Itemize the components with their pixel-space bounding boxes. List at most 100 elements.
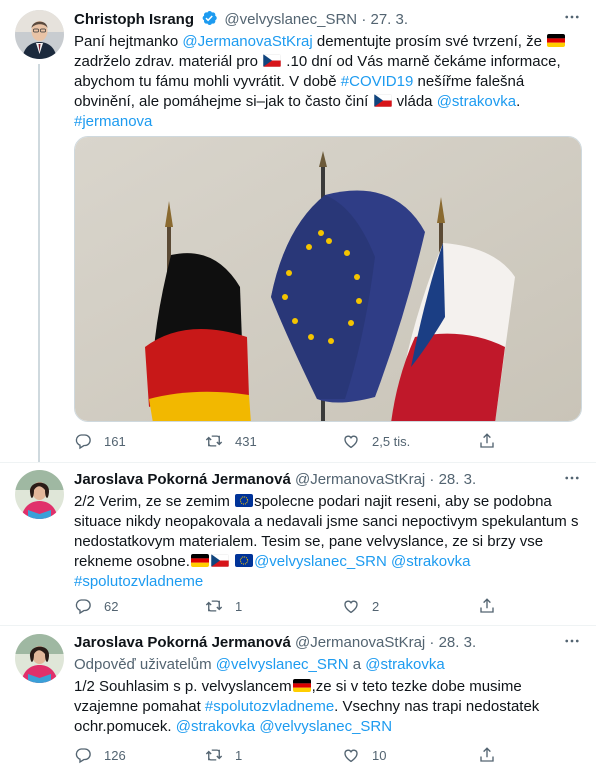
mention-strakovka[interactable]: @strakovka (391, 553, 470, 570)
flag-germany-icon (191, 554, 209, 567)
retweet-icon (205, 432, 223, 450)
tweet-3[interactable]: Jaroslava Pokorná Jermanová @JermanovaSt… (0, 626, 596, 775)
text-segment: Paní hejtmanko (74, 33, 183, 50)
like-button[interactable]: 10 (342, 745, 386, 765)
author-name[interactable]: Christoph Israng (74, 11, 194, 28)
tweet-date[interactable]: 28. 3. (439, 471, 477, 488)
flag-czech-icon (374, 94, 392, 107)
tweet-3-header: Jaroslava Pokorná Jermanová @JermanovaSt… (74, 633, 582, 653)
tweet-2-actions: 62 1 2 (74, 596, 504, 616)
tweet-1[interactable]: Christoph Israng @velvyslanec_SRN · 27. … (0, 0, 596, 462)
avatar-jermanova[interactable] (15, 470, 64, 519)
retweet-icon (205, 597, 223, 615)
tweet-2[interactable]: Jaroslava Pokorná Jermanová @JermanovaSt… (0, 463, 596, 625)
mention-strakovka[interactable]: @strakovka (176, 718, 255, 735)
flags-photo-image (75, 137, 581, 421)
reply-button[interactable]: 161 (74, 431, 126, 451)
flag-czech-icon (211, 554, 229, 567)
reply-to-prefix: Odpověď uživatelům (74, 656, 216, 673)
separator-dot: · (429, 634, 435, 651)
retweet-button[interactable]: 1 (205, 745, 242, 765)
reply-count: 126 (104, 747, 126, 763)
author-handle[interactable]: @JermanovaStKraj (295, 634, 425, 651)
author-handle[interactable]: @JermanovaStKraj (295, 471, 425, 488)
retweet-icon (205, 746, 223, 764)
mention-velvyslanec-srn[interactable]: @velvyslanec_SRN (216, 656, 349, 673)
text-segment: 2/2 Verim, ze se zemim (74, 493, 235, 510)
tweet-3-actions: 126 1 10 (74, 745, 504, 765)
text-segment: . (516, 93, 521, 110)
tweet-2-header: Jaroslava Pokorná Jermanová @JermanovaSt… (74, 470, 582, 490)
flag-eu-icon (235, 494, 253, 507)
reply-count: 62 (104, 598, 119, 614)
text-segment: vláda (392, 93, 437, 110)
more-icon[interactable] (562, 8, 582, 28)
more-icon[interactable] (562, 469, 582, 489)
tweet-1-text: Paní hejtmanko @JermanovaStKraj dementuj… (74, 32, 582, 132)
tweet-1-header: Christoph Israng @velvyslanec_SRN · 27. … (74, 9, 582, 30)
share-icon (478, 597, 496, 615)
reply-button[interactable]: 62 (74, 596, 118, 616)
avatar-jermanova[interactable] (15, 634, 64, 683)
share-button[interactable] (478, 431, 496, 451)
text-segment: zadrželo zdrav. materiál pro (74, 53, 263, 70)
tweet-1-actions: 161 431 2,5 tis. (74, 431, 504, 451)
flag-germany-icon (547, 34, 565, 47)
like-icon (342, 432, 360, 450)
avatar-image (15, 470, 64, 519)
tweet-2-text: 2/2 Verim, ze se zemim spolecne podari n… (74, 492, 582, 592)
retweet-count: 431 (235, 433, 257, 449)
more-icon[interactable] (562, 632, 582, 652)
retweet-count: 1 (235, 598, 243, 614)
hashtag-jermanova[interactable]: #jermanova (74, 113, 152, 130)
reply-to-and: a (348, 656, 366, 673)
like-icon (342, 746, 360, 764)
verified-icon (202, 10, 217, 26)
tweet-photo[interactable] (74, 136, 582, 422)
author-name[interactable]: Jaroslava Pokorná Jermanová (74, 634, 291, 651)
retweet-button[interactable]: 1 (205, 596, 242, 616)
reply-icon (74, 432, 92, 450)
like-count: 10 (372, 747, 387, 763)
reply-icon (74, 597, 92, 615)
separator-dot: · (361, 11, 367, 28)
reply-button[interactable]: 126 (74, 745, 126, 765)
author-name[interactable]: Jaroslava Pokorná Jermanová (74, 471, 291, 488)
tweet-date[interactable]: 28. 3. (439, 634, 477, 651)
avatar-image (15, 634, 64, 683)
reply-to-line: Odpověď uživatelům @velvyslanec_SRN a @s… (74, 655, 582, 675)
separator-dot: · (429, 471, 435, 488)
tweet-date[interactable]: 27. 3. (370, 11, 408, 28)
mention-velvyslanec-srn[interactable]: @velvyslanec_SRN (254, 553, 387, 570)
retweet-button[interactable]: 431 (205, 431, 257, 451)
avatar-christoph-israng[interactable] (15, 10, 64, 59)
hashtag-spolutozvladneme[interactable]: #spolutozvladneme (205, 698, 334, 715)
like-count: 2 (372, 598, 380, 614)
tweet-3-text: 1/2 Souhlasim s p. velvyslancem ,ze si v … (74, 677, 582, 737)
mention-strakovka[interactable]: @strakovka (365, 656, 444, 673)
reply-icon (74, 746, 92, 764)
mention-jermanovastkraj[interactable]: @JermanovaStKraj (182, 33, 312, 50)
share-button[interactable] (478, 596, 496, 616)
retweet-count: 1 (235, 747, 243, 763)
share-button[interactable] (478, 745, 496, 765)
author-handle[interactable]: @velvyslanec_SRN (224, 11, 357, 28)
like-button[interactable]: 2 (342, 596, 379, 616)
flag-germany-icon (293, 679, 311, 692)
like-count: 2,5 tis. (372, 433, 411, 449)
reply-count: 161 (104, 433, 126, 449)
tweet-2-content: Jaroslava Pokorná Jermanová @JermanovaSt… (74, 470, 582, 592)
share-icon (478, 432, 496, 450)
text-segment: 1/2 Souhlasim s p. velvyslancem (74, 678, 292, 695)
mention-strakovka[interactable]: @strakovka (437, 93, 516, 110)
flag-eu-icon (235, 554, 253, 567)
text-segment: dementujte prosím své tvrzení, že (312, 33, 547, 50)
tweet-3-content: Jaroslava Pokorná Jermanová @JermanovaSt… (74, 633, 582, 737)
like-button[interactable]: 2,5 tis. (342, 431, 410, 451)
hashtag-covid19[interactable]: #COVID19 (341, 73, 414, 90)
like-icon (342, 597, 360, 615)
mention-velvyslanec-srn[interactable]: @velvyslanec_SRN (259, 718, 392, 735)
flag-czech-icon (263, 54, 281, 67)
thread-connector (38, 64, 40, 462)
hashtag-spolutozvladneme[interactable]: #spolutozvladneme (74, 573, 203, 590)
